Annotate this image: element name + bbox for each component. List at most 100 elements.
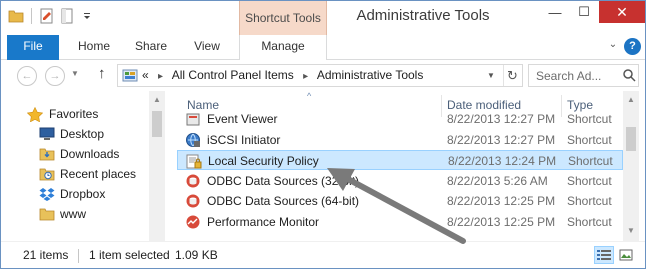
breadcrumb-overflow[interactable]: « — [142, 68, 149, 82]
refresh-icon[interactable]: ↻ — [503, 65, 521, 86]
file-row-performance-monitor[interactable]: Performance Monitor 8/22/2013 12:25 PM S… — [177, 212, 623, 232]
file-date: 8/22/2013 5:26 AM — [447, 174, 548, 188]
nav-item-label: Desktop — [60, 127, 105, 141]
status-bar: 21 items 1 item selected 1.09 KB — [1, 241, 645, 268]
details-view-icon — [597, 250, 611, 260]
file-list-scrollbar[interactable]: ▲ ▼ — [623, 91, 639, 241]
maximize-icon: ☐ — [578, 4, 590, 19]
file-row-local-security-policy[interactable]: Local Security Policy 8/22/2013 12:24 PM… — [177, 150, 623, 170]
file-name: iSCSI Initiator — [207, 133, 281, 147]
maximize-button[interactable]: ☐ — [571, 1, 597, 23]
file-row-event-viewer[interactable]: Event Viewer 8/22/2013 12:27 PM Shortcut — [177, 109, 623, 129]
file-date: 8/22/2013 12:25 PM — [447, 194, 556, 208]
details-view-button[interactable] — [594, 246, 614, 264]
chevron-down-icon[interactable]: ⌄ — [605, 39, 621, 55]
minimize-button[interactable]: — — [542, 1, 568, 23]
close-button[interactable]: ✕ — [599, 1, 645, 23]
file-row-odbc-64[interactable]: ODBC Data Sources (64-bit) 8/22/2013 12:… — [177, 191, 623, 211]
search-input[interactable] — [529, 65, 619, 86]
search-box[interactable] — [528, 64, 639, 87]
folder-icon — [39, 207, 55, 221]
recent-locations-dropdown-icon[interactable]: ▼ — [71, 69, 79, 78]
navigation-pane: Favorites Desktop Downloads Recent place… — [1, 91, 165, 241]
address-dropdown-icon[interactable]: ▼ — [482, 65, 500, 86]
downloads-folder-icon — [39, 147, 55, 161]
file-row-iscsi-initiator[interactable]: iSCSI Initiator 8/22/2013 12:27 PM Short… — [177, 130, 623, 150]
scrollbar-thumb[interactable] — [152, 111, 162, 137]
tab-file[interactable]: File — [7, 35, 59, 60]
file-name: ODBC Data Sources (32-bit) — [207, 174, 360, 188]
help-button[interactable]: ? — [624, 38, 641, 55]
perf-monitor-icon — [185, 214, 201, 230]
recent-places-icon — [39, 167, 55, 181]
close-icon: ✕ — [616, 3, 628, 20]
event-viewer-icon — [185, 111, 201, 127]
quick-access-toolbar — [7, 7, 96, 25]
explorer-window: Shortcut Tools Administrative Tools — ☐ … — [0, 0, 646, 269]
file-type: Shortcut — [568, 154, 613, 168]
odbc-icon — [185, 173, 201, 189]
selection-size: 1.09 KB — [175, 248, 218, 262]
title-bar: Shortcut Tools Administrative Tools — ☐ … — [1, 1, 645, 35]
minimize-icon: — — [548, 4, 562, 20]
dropbox-icon — [39, 187, 55, 201]
file-date: 8/22/2013 12:25 PM — [447, 215, 556, 229]
arrow-right-icon: → — [49, 70, 61, 82]
breadcrumb-administrative-tools[interactable]: Administrative Tools — [317, 68, 424, 82]
file-name: ODBC Data Sources (64-bit) — [207, 194, 360, 208]
new-folder-icon[interactable] — [58, 7, 76, 25]
tab-manage[interactable]: Manage — [239, 35, 327, 61]
scrollbar-thumb[interactable] — [626, 127, 636, 151]
status-divider — [78, 249, 79, 263]
chevron-right-icon: ▸ — [158, 71, 164, 82]
contextual-tab-header: Shortcut Tools — [239, 1, 327, 35]
customize-toolbar-dropdown-icon[interactable] — [78, 7, 96, 25]
file-type: Shortcut — [567, 215, 612, 229]
nav-item-label: Dropbox — [60, 187, 106, 201]
breadcrumb-control-panel[interactable]: All Control Panel Items — [172, 68, 294, 82]
up-button[interactable]: ↑ — [98, 65, 106, 82]
tab-home[interactable]: Home — [65, 35, 123, 59]
file-date: 8/22/2013 12:27 PM — [447, 112, 556, 126]
file-date: 8/22/2013 12:24 PM — [448, 154, 557, 168]
arrow-up-icon: ↑ — [98, 65, 106, 82]
forward-button[interactable]: → — [45, 66, 65, 86]
desktop-icon — [39, 127, 55, 141]
security-policy-icon — [186, 153, 202, 169]
file-row-odbc-32[interactable]: ODBC Data Sources (32-bit) 8/22/2013 5:2… — [177, 171, 623, 191]
tab-share[interactable]: Share — [123, 35, 179, 59]
nav-item-label: www — [60, 207, 86, 221]
scroll-down-icon[interactable]: ▼ — [627, 226, 635, 235]
folder-icon[interactable] — [7, 7, 25, 25]
chevron-right-icon: ▸ — [303, 71, 309, 82]
file-type: Shortcut — [567, 174, 612, 188]
file-name: Local Security Policy — [208, 154, 319, 168]
file-date: 8/22/2013 12:27 PM — [447, 133, 556, 147]
scroll-up-icon[interactable]: ▲ — [153, 95, 161, 104]
address-bar[interactable]: « ▸ All Control Panel Items ▸ Administra… — [117, 64, 523, 87]
item-count: 21 items — [23, 248, 69, 262]
navigation-bar: ← → ▼ ↑ « ▸ All Control Panel Items ▸ Ad… — [1, 60, 645, 91]
nav-item-label: Recent places — [60, 167, 137, 181]
back-button[interactable]: ← — [17, 66, 37, 86]
odbc-icon — [185, 193, 201, 209]
properties-icon[interactable] — [38, 7, 56, 25]
nav-item-label: Downloads — [60, 147, 120, 161]
scroll-up-icon[interactable]: ▲ — [627, 95, 635, 104]
search-icon[interactable] — [622, 68, 636, 82]
iscsi-icon — [185, 132, 201, 148]
nav-pane-scrollbar[interactable]: ▲ — [149, 91, 165, 241]
toolbar-divider — [31, 8, 32, 24]
selection-count: 1 item selected — [89, 248, 170, 262]
large-icons-view-icon — [619, 249, 633, 261]
file-name: Event Viewer — [207, 112, 278, 126]
breadcrumb: « ▸ All Control Panel Items ▸ Administra… — [142, 65, 423, 86]
file-list: ^ Name Date modified Type Event Viewer 8… — [167, 91, 623, 241]
tab-view[interactable]: View — [179, 35, 235, 59]
ribbon-tabs: File Home Share View Manage ⌄ ? — [1, 35, 645, 61]
control-panel-icon — [122, 68, 138, 83]
window-title: Administrative Tools — [356, 7, 490, 24]
large-icons-view-button[interactable] — [616, 246, 636, 264]
star-icon — [26, 106, 44, 123]
nav-favorites-label: Favorites — [49, 107, 99, 121]
